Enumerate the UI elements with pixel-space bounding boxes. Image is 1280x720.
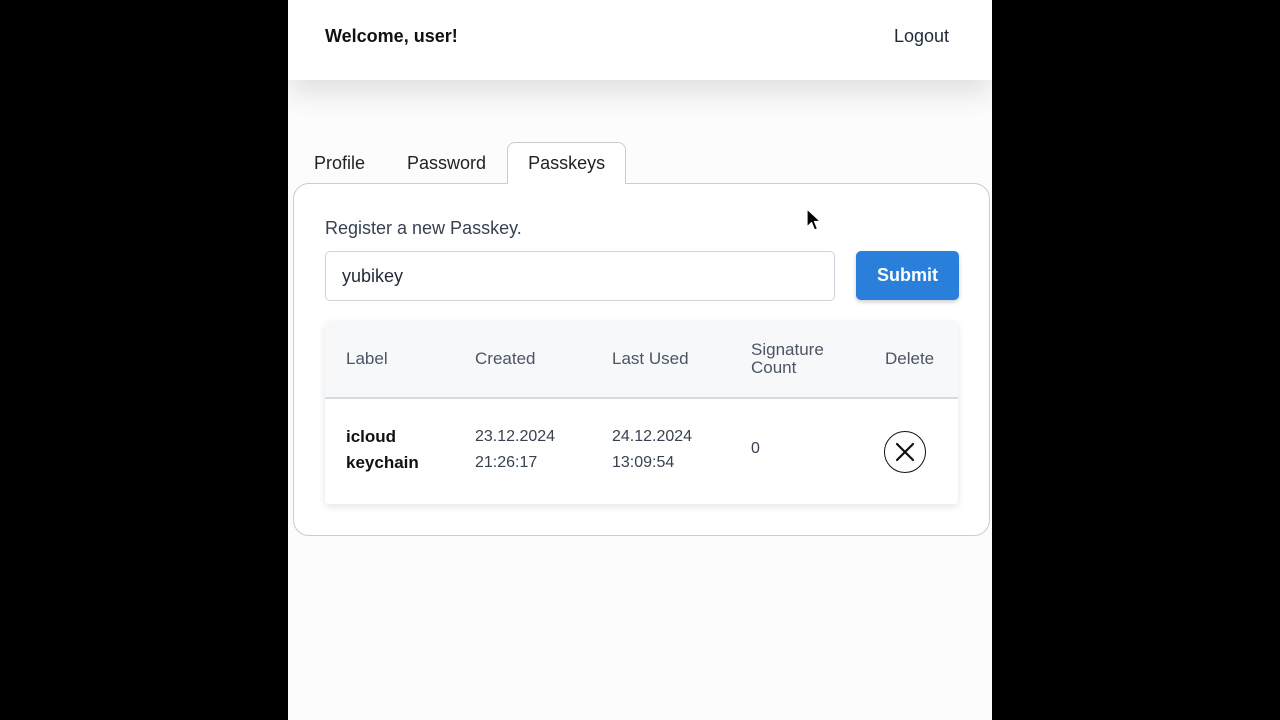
row-signature-count: 0 [751, 440, 760, 457]
row-last-used: 24.12.2024 13:09:54 [612, 428, 693, 471]
tab-password[interactable]: Password [386, 142, 507, 184]
mouse-cursor-icon [806, 208, 822, 231]
passkey-label-input[interactable] [325, 251, 835, 301]
column-header-delete: Delete [885, 349, 935, 368]
tab-profile[interactable]: Profile [293, 142, 386, 184]
app-viewport: Welcome, user! Logout Profile Password P… [288, 0, 992, 720]
row-created: 23.12.2024 21:26:17 [475, 428, 556, 471]
close-icon [895, 442, 915, 462]
tab-passkeys[interactable]: Passkeys [507, 142, 627, 184]
row-label: icloud keychain [346, 427, 419, 472]
passkeys-panel: Register a new Passkey. Submit Label Cre… [293, 183, 990, 536]
passkeys-table: Label Created Last Used Signature Count … [325, 321, 958, 504]
welcome-text: Welcome, user! [325, 26, 458, 46]
column-header-label: Label [346, 349, 388, 368]
register-passkey-heading: Register a new Passkey. [325, 218, 522, 238]
submit-button[interactable]: Submit [856, 251, 959, 300]
settings-tabs: Profile Password Passkeys [293, 142, 627, 184]
top-header: Welcome, user! Logout [288, 0, 992, 80]
column-header-created: Created [475, 349, 536, 368]
column-header-signature-count: Signature Count [751, 340, 824, 377]
table-header: Label Created Last Used Signature Count … [325, 321, 958, 399]
logout-link[interactable]: Logout [894, 26, 949, 47]
delete-passkey-button[interactable] [884, 431, 926, 473]
column-header-last-used: Last Used [612, 349, 689, 368]
